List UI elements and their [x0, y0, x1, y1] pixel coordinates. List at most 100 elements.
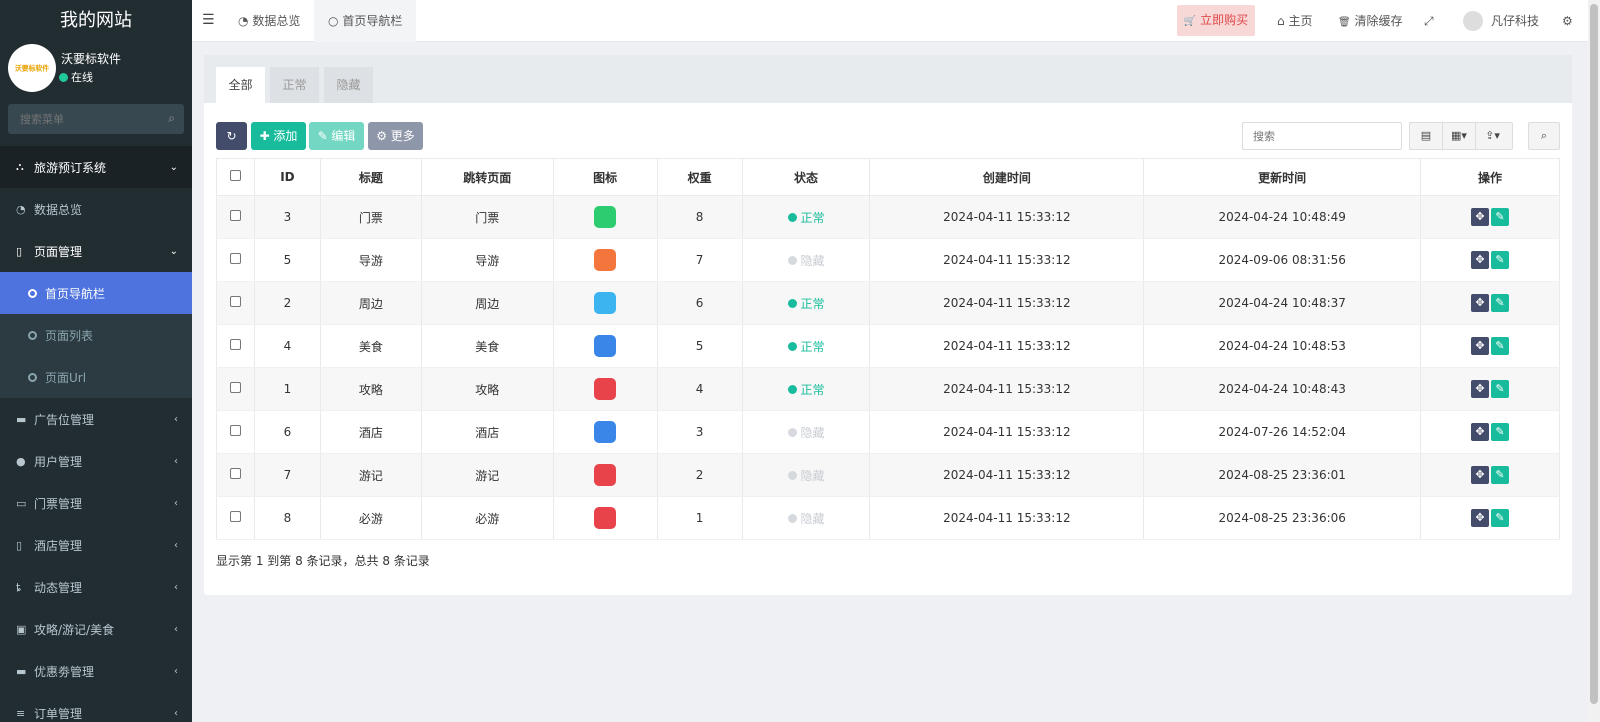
table-row[interactable]: 1 攻略 攻略 4 正常 2024-04-11 15:33:12 2024-04-24 10… [216, 367, 1560, 411]
table-row[interactable]: 6 酒店 酒店 3 隐藏 2024-04-11 15:33:12 2024-07-26 14… [216, 410, 1560, 454]
row-checkbox[interactable] [229, 382, 241, 393]
cell-page: 导游 [420, 238, 554, 282]
cell-actions: ✥ ✎ [1420, 195, 1560, 239]
column-header[interactable]: 权重 [656, 158, 743, 196]
sidebar-item-coupons[interactable]: ▬ 优惠劵管理 ‹ [0, 650, 192, 692]
row-checkbox[interactable] [229, 511, 241, 522]
drag-sort-button[interactable]: ✥ [1471, 294, 1490, 312]
column-header[interactable]: 更新时间 [1143, 158, 1422, 196]
search-icon[interactable]: ⌕ [1529, 123, 1559, 149]
sidebar-item-orders[interactable]: ≡ 订单管理 ‹ [0, 692, 192, 722]
row-checkbox[interactable] [229, 425, 241, 436]
row-edit-button[interactable]: ✎ [1491, 423, 1510, 441]
toggle-view-icon[interactable]: ▤ [1410, 123, 1443, 149]
table-search-input[interactable] [1242, 122, 1402, 150]
table-row[interactable]: 3 门票 门票 8 正常 2024-04-11 15:33:12 2024-04-24 10… [216, 195, 1560, 239]
column-header[interactable]: ID [253, 158, 321, 196]
column-header[interactable]: 跳转页面 [420, 158, 554, 196]
status-label: 隐藏 [800, 425, 825, 440]
row-edit-button[interactable]: ✎ [1491, 208, 1510, 226]
drag-sort-button[interactable]: ✥ [1471, 466, 1490, 484]
drag-sort-button[interactable]: ✥ [1471, 509, 1490, 527]
tab-home-nav[interactable]: ○ 首页导航栏 [314, 0, 417, 42]
sidebar-item-hotels[interactable]: ▯ 酒店管理 ‹ [0, 524, 192, 566]
row-checkbox[interactable] [229, 339, 241, 350]
row-checkbox[interactable] [229, 296, 241, 307]
hamburger-icon[interactable]: ☰ [202, 12, 215, 28]
cell-weight: 8 [656, 195, 743, 239]
column-header[interactable]: 标题 [319, 158, 422, 196]
status-badge[interactable]: 正常 [787, 381, 825, 398]
search-icon[interactable]: ⌕ [168, 111, 175, 126]
edit-button[interactable]: ✎ 编辑 [309, 122, 364, 150]
sidebar-item-guides[interactable]: ▣ 攻略/游记/美食 ‹ [0, 608, 192, 650]
column-header[interactable]: 图标 [552, 158, 658, 196]
drag-sort-button[interactable]: ✥ [1471, 251, 1490, 269]
cell-page: 酒店 [420, 410, 554, 454]
refresh-button[interactable]: ↻ [216, 122, 247, 150]
sidebar-item-moments[interactable]: ȶ 动态管理 ‹ [0, 566, 192, 608]
scrollbar-thumb[interactable] [1590, 4, 1598, 704]
column-header[interactable]: 状态 [741, 158, 871, 196]
status-badge[interactable]: 正常 [787, 338, 825, 355]
sidebar-item-home-nav[interactable]: 首页导航栏 [0, 272, 192, 314]
more-button[interactable]: ⚙ 更多 [368, 122, 423, 150]
brand-title[interactable]: 我的网站 [0, 0, 192, 42]
row-edit-button[interactable]: ✎ [1491, 251, 1510, 269]
columns-icon[interactable]: ▦▾ [1443, 123, 1476, 149]
row-checkbox[interactable] [229, 210, 241, 221]
page-scrollbar[interactable] [1588, 0, 1600, 722]
table-row[interactable]: 2 周边 周边 6 正常 2024-04-11 15:33:12 2024-04-24 10… [216, 281, 1560, 325]
tab-normal[interactable]: 正常 [270, 67, 319, 103]
export-icon[interactable]: ⇪▾ [1476, 123, 1509, 149]
sidebar-item-page-url[interactable]: 页面Url [0, 356, 192, 398]
row-edit-button[interactable]: ✎ [1491, 466, 1510, 484]
status-badge[interactable]: 正常 [787, 295, 825, 312]
buy-now-button[interactable]: 🛒 立即购买 [1177, 5, 1255, 36]
row-edit-button[interactable]: ✎ [1491, 337, 1510, 355]
row-checkbox[interactable] [229, 468, 241, 479]
table-row[interactable]: 5 导游 导游 7 隐藏 2024-04-11 15:33:12 2024-09-06 08… [216, 238, 1560, 282]
drag-sort-button[interactable]: ✥ [1471, 208, 1490, 226]
drag-sort-button[interactable]: ✥ [1471, 423, 1490, 441]
clear-cache-link[interactable]: 🗑 清除缓存 [1338, 0, 1403, 42]
column-header[interactable]: 创建时间 [869, 158, 1145, 196]
row-checkbox[interactable] [229, 253, 241, 264]
row-edit-button[interactable]: ✎ [1491, 294, 1510, 312]
table-row[interactable]: 4 美食 美食 5 正常 2024-04-11 15:33:12 2024-04-24 10… [216, 324, 1560, 368]
sidebar-item-ads[interactable]: ▬ 广告位管理 ‹ [0, 398, 192, 440]
tab-all[interactable]: 全部 [216, 67, 265, 103]
table-row[interactable]: 7 游记 游记 2 隐藏 2024-04-11 15:33:12 2024-08-25 23… [216, 453, 1560, 497]
sidebar-item-page-list[interactable]: 页面列表 [0, 314, 192, 356]
drag-sort-button[interactable]: ✥ [1471, 337, 1490, 355]
sidebar-item-users[interactable]: ● 用户管理 ‹ [0, 440, 192, 482]
chevron-left-icon: ‹ [174, 581, 178, 593]
status-badge[interactable]: 隐藏 [787, 424, 825, 441]
status-badge[interactable]: 隐藏 [787, 252, 825, 269]
cell-weight: 5 [656, 324, 743, 368]
tab-hidden[interactable]: 隐藏 [324, 67, 373, 103]
row-edit-button[interactable]: ✎ [1491, 509, 1510, 527]
status-label: 隐藏 [800, 468, 825, 483]
table-tools: ▤ ▦▾ ⇪▾ [1409, 122, 1513, 150]
select-all-checkbox[interactable] [229, 170, 241, 181]
status-badge[interactable]: 隐藏 [787, 467, 825, 484]
settings-icon[interactable]: ⚙ [1562, 0, 1573, 42]
sidebar-item-travel-system[interactable]: ⛬ 旅游预订系统 ⌄ [0, 146, 192, 188]
sidebar-item-tickets[interactable]: ▭ 门票管理 ‹ [0, 482, 192, 524]
user-avatar[interactable] [1463, 11, 1483, 31]
user-menu[interactable]: 凡仔科技 [1491, 0, 1539, 42]
sidebar-item-page-management[interactable]: ▯ 页面管理 ⌄ [0, 230, 192, 272]
add-button[interactable]: ✚ 添加 [251, 122, 306, 150]
drag-sort-button[interactable]: ✥ [1471, 380, 1490, 398]
sidebar-item-dashboard[interactable]: ◔ 数据总览 [0, 188, 192, 230]
status-badge[interactable]: 隐藏 [787, 510, 825, 527]
sidebar-search-input[interactable] [8, 104, 184, 134]
status-badge[interactable]: 正常 [787, 209, 825, 226]
tab-dashboard[interactable]: ◔ 数据总览 [224, 0, 314, 42]
home-link[interactable]: ⌂ 主页 [1277, 0, 1312, 42]
row-edit-button[interactable]: ✎ [1491, 380, 1510, 398]
cell-page: 必游 [420, 496, 554, 540]
table-row[interactable]: 8 必游 必游 1 隐藏 2024-04-11 15:33:12 2024-08-25 23… [216, 496, 1560, 540]
fullscreen-icon[interactable]: ⤢ [1424, 0, 1434, 42]
